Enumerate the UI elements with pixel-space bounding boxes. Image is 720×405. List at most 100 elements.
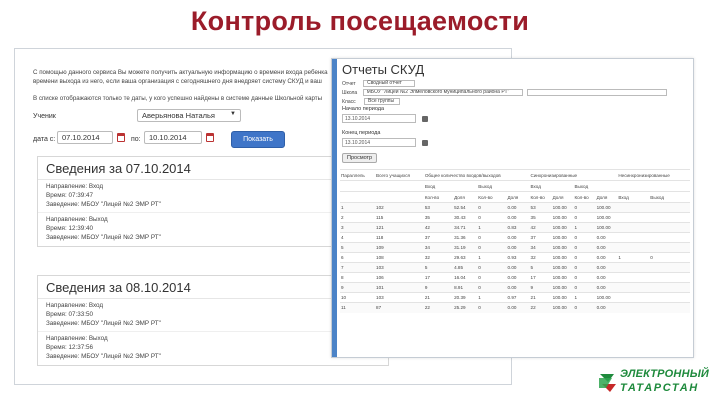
record-time: Время: 07:39:47 (46, 191, 93, 199)
table-cell: 100.00 (551, 272, 574, 283)
filter-label: Школа (342, 89, 358, 96)
table-row: 7 103 5 4.85 0 0.00 5 100.00 0 0.00 (340, 262, 690, 273)
table-cell: 17 (529, 272, 552, 283)
table-cell: 31.19 (453, 242, 478, 253)
skud-reports-window: Отчеты СКУД Отчет Сводный отчет Школа МБ… (331, 58, 694, 358)
column-subheader (375, 191, 424, 203)
table-cell: 6 (340, 252, 376, 263)
logo-emblem-icon (599, 374, 616, 392)
record-school: Заведение: МБОУ "Лицей №2 ЭМР РТ" (46, 319, 161, 327)
calendar-icon[interactable] (422, 116, 428, 122)
filter-label: Класс (342, 98, 356, 105)
table-row: 11 87 22 25.29 0 0.00 22 100.00 0 0.00 (340, 302, 690, 313)
table-cell: 34 (423, 242, 454, 253)
date-from-input[interactable]: 07.10.2014 (57, 131, 113, 144)
calendar-icon[interactable] (422, 140, 428, 146)
calendar-icon[interactable] (117, 133, 125, 142)
table-row: 8 106 17 16.04 0 0.00 17 100.00 0 0.00 (340, 272, 690, 283)
column-subheader: Доля (453, 191, 478, 203)
table-cell: 52.54 (453, 202, 478, 213)
start-date-input[interactable]: 13.10.2014 (342, 114, 416, 123)
table-cell: 103 (375, 262, 424, 273)
table-row: 5 109 34 31.19 0 0.00 34 100.00 0 0.00 (340, 242, 690, 253)
table-cell: 32 (423, 252, 454, 263)
class-select[interactable]: Все группы (364, 98, 401, 105)
table-cell: 0 (477, 262, 507, 273)
table-cell: 1 (477, 222, 507, 233)
table-cell: 0.00 (506, 202, 530, 213)
table-cell: 0 (573, 232, 596, 243)
table-cell: 7 (340, 262, 376, 273)
table-cell: 1 (340, 202, 376, 213)
start-label: Начало периода (342, 106, 385, 112)
date-to-input[interactable]: 10.10.2014 (144, 131, 202, 144)
calendar-icon[interactable] (206, 133, 214, 142)
report-select[interactable]: Сводный отчет (363, 80, 416, 87)
column-subheader: Доля (551, 191, 574, 203)
table-cell: 0.00 (595, 302, 618, 313)
table-cell: 87 (375, 302, 424, 313)
table-cell: 0 (477, 202, 507, 213)
column-subheader: Вход (423, 180, 478, 192)
filter-school: Школа МБОУ "Лицей №2 Элмеловского муници… (342, 89, 667, 96)
column-header: Параллель (340, 169, 376, 181)
table-cell: 0 (477, 282, 507, 293)
table-cell: 121 (375, 222, 424, 233)
table-cell: 0.00 (595, 242, 618, 253)
end-label: Конец периода (342, 130, 381, 136)
table-cell: 5 (340, 242, 376, 253)
table-row: 10 103 21 20.39 1 0.97 21 100.00 1 100.00 (340, 292, 690, 303)
record-school: Заведение: МБОУ "Лицей №2 ЭМР РТ" (46, 233, 161, 241)
table-cell: 0 (477, 272, 507, 283)
filter-label: Отчет (342, 80, 356, 87)
column-header: Несинхронизированные (617, 169, 690, 181)
table-cell: 3 (340, 222, 376, 233)
table-cell (649, 302, 690, 313)
view-button[interactable]: Просмотр (342, 153, 378, 163)
table-cell: 0.00 (595, 282, 618, 293)
table-cell (649, 292, 690, 303)
child-select[interactable]: Аверьянова Наталья ▼ (137, 109, 241, 122)
table-row: 4 118 37 31.36 0 0.00 37 100.00 0 0.00 (340, 232, 690, 243)
chevron-down-icon: ▼ (230, 111, 236, 117)
table-cell: 0 (649, 252, 690, 263)
reports-title: Отчеты СКУД (342, 62, 425, 77)
table-cell: 0.00 (595, 262, 618, 273)
table-cell (617, 292, 650, 303)
table-cell: 4.85 (453, 262, 478, 273)
table-cell: 0.83 (506, 222, 530, 233)
logo-line2: ТАТАРСТАН (620, 382, 699, 394)
record-time: Время: 12:39:40 (46, 225, 93, 233)
table-cell: 29.63 (453, 252, 478, 263)
extra-select[interactable] (526, 89, 667, 96)
table-cell (617, 202, 650, 213)
record-direction: Направление: Вход (46, 183, 104, 190)
table-row: 6 108 32 29.63 1 0.93 32 100.00 0 0.00 1 0 (340, 252, 690, 263)
show-button[interactable]: Показать (231, 131, 285, 148)
table-row: 1 102 53 52.54 0 0.00 53 100.00 0 100.00 (340, 202, 690, 213)
end-date-input[interactable]: 13.10.2014 (342, 138, 416, 147)
table-cell: 0 (477, 212, 507, 223)
column-subheader: Кол-во (477, 191, 507, 203)
column-subheader: Доля (506, 191, 530, 203)
table-subheader-row: Вход Выход Вход Выход (340, 180, 690, 192)
table-cell: 109 (375, 242, 424, 253)
table-cell: 22 (529, 302, 552, 313)
table-cell: 0.93 (506, 252, 530, 263)
table-cell: 100.00 (551, 232, 574, 243)
table-cell (649, 222, 690, 233)
table-cell: 0 (477, 242, 507, 253)
table-cell: 53 (423, 202, 454, 213)
column-subheader: Выход (649, 191, 690, 203)
table-cell (649, 282, 690, 293)
table-cell (649, 262, 690, 273)
table-cell: 34 (529, 242, 552, 253)
school-select[interactable]: МБОУ "Лицей №2 Элмеловского муниципально… (362, 89, 523, 96)
column-subheader: Вход (529, 180, 574, 192)
table-cell: 4 (340, 232, 376, 243)
table-cell: 2 (340, 212, 376, 223)
table-cell (617, 212, 650, 223)
table-cell: 100.00 (551, 292, 574, 303)
table-cell (617, 262, 650, 273)
column-header: Всего учащихся (375, 169, 424, 181)
